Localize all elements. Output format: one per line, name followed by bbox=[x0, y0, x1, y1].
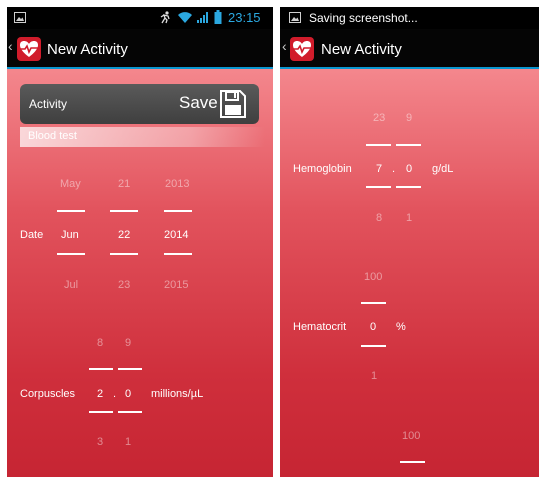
page-title: New Activity bbox=[321, 41, 402, 58]
extra-picker-top-line bbox=[400, 461, 425, 463]
page-title: New Activity bbox=[47, 41, 128, 58]
save-button[interactable]: Save bbox=[179, 93, 218, 113]
hemoglobin-dec-bottom-line bbox=[396, 186, 421, 188]
corpuscles-dec-top-line bbox=[118, 368, 142, 370]
date-year-bottom-line bbox=[164, 253, 192, 255]
corpuscles-int-top-line bbox=[89, 368, 113, 370]
activity-runner-icon bbox=[160, 11, 170, 24]
hemoglobin-dec-prev[interactable]: 9 bbox=[406, 112, 412, 124]
hemoglobin-label: Hemoglobin bbox=[293, 163, 352, 175]
action-bar: ‹ New Activity bbox=[280, 29, 539, 69]
corpuscles-int-current[interactable]: 2 bbox=[97, 388, 103, 400]
date-day-bottom-line bbox=[110, 253, 138, 255]
back-chevron-icon[interactable]: ‹ bbox=[282, 38, 287, 54]
hematocrit-bottom-line bbox=[361, 345, 386, 347]
hemoglobin-int-top-line bbox=[366, 144, 391, 146]
phone-screen-left: 23:15 ‹ New Activity Activity Save Blood… bbox=[7, 7, 273, 477]
corpuscles-dec-next[interactable]: 1 bbox=[125, 436, 131, 448]
corpuscles-int-bottom-line bbox=[89, 411, 113, 413]
corpuscles-dec-current[interactable]: 0 bbox=[125, 388, 131, 400]
hematocrit-current[interactable]: 0 bbox=[370, 321, 376, 333]
app-logo-icon[interactable] bbox=[290, 37, 314, 61]
activity-value: Blood test bbox=[28, 130, 77, 142]
corpuscles-unit: millions/µL bbox=[151, 388, 204, 400]
back-chevron-icon[interactable]: ‹ bbox=[8, 38, 13, 54]
activity-label: Activity bbox=[29, 97, 68, 111]
date-day-top-line bbox=[110, 210, 138, 212]
wifi-icon bbox=[178, 12, 192, 23]
hemoglobin-separator: . bbox=[392, 163, 396, 175]
hemoglobin-int-prev[interactable]: 23 bbox=[373, 112, 385, 124]
form-area: Activity Save Blood test Date May 21 201… bbox=[7, 69, 273, 477]
date-label: Date bbox=[20, 229, 44, 241]
hematocrit-next[interactable]: 1 bbox=[371, 370, 377, 382]
hematocrit-unit: % bbox=[396, 321, 406, 333]
date-month-top-line bbox=[57, 210, 85, 212]
date-month-prev[interactable]: May bbox=[60, 178, 81, 190]
hematocrit-prev[interactable]: 100 bbox=[364, 271, 382, 283]
app-logo-icon[interactable] bbox=[17, 37, 41, 61]
date-day-next[interactable]: 23 bbox=[118, 279, 130, 291]
corpuscles-int-next[interactable]: 3 bbox=[97, 436, 103, 448]
date-year-prev[interactable]: 2013 bbox=[165, 178, 189, 190]
action-bar: ‹ New Activity bbox=[7, 29, 273, 69]
hemoglobin-dec-next[interactable]: 1 bbox=[406, 212, 412, 224]
floppy-disk-icon[interactable] bbox=[220, 90, 246, 118]
date-month-current[interactable]: Jun bbox=[61, 229, 79, 241]
gallery-icon bbox=[14, 12, 26, 23]
status-bar: 23:15 bbox=[7, 7, 273, 29]
screenshot-notification-icon bbox=[289, 12, 301, 23]
date-day-current[interactable]: 22 bbox=[118, 229, 130, 241]
signal-icon bbox=[197, 12, 208, 23]
hemoglobin-int-bottom-line bbox=[366, 186, 391, 188]
date-year-top-line bbox=[164, 210, 192, 212]
hematocrit-label: Hematocrit bbox=[293, 321, 347, 333]
date-month-bottom-line bbox=[57, 253, 85, 255]
corpuscles-label: Corpuscles bbox=[20, 388, 76, 400]
hemoglobin-dec-top-line bbox=[396, 144, 421, 146]
corpuscles-dec-prev[interactable]: 9 bbox=[125, 337, 131, 349]
corpuscles-int-prev[interactable]: 8 bbox=[97, 337, 103, 349]
hematocrit-top-line bbox=[361, 302, 386, 304]
corpuscles-separator: . bbox=[113, 388, 117, 400]
status-notice: Saving screenshot... bbox=[309, 11, 418, 25]
phone-screen-right: Saving screenshot... ‹ New Activity 23 9… bbox=[280, 7, 539, 477]
hemoglobin-int-next[interactable]: 8 bbox=[376, 212, 382, 224]
battery-icon bbox=[214, 10, 222, 24]
date-year-current[interactable]: 2014 bbox=[164, 229, 188, 241]
activity-save-bar: Activity Save bbox=[20, 84, 259, 124]
form-area: 23 9 Hemoglobin 7 . 0 g/dL 8 1 100 Hemat… bbox=[280, 69, 539, 477]
date-day-prev[interactable]: 21 bbox=[118, 178, 130, 190]
date-month-next[interactable]: Jul bbox=[64, 279, 78, 291]
extra-picker-prev[interactable]: 100 bbox=[402, 430, 420, 442]
status-time: 23:15 bbox=[228, 10, 261, 25]
hemoglobin-int-current[interactable]: 7 bbox=[376, 163, 382, 175]
hemoglobin-dec-current[interactable]: 0 bbox=[406, 163, 412, 175]
hemoglobin-unit: g/dL bbox=[432, 163, 454, 175]
status-bar: Saving screenshot... bbox=[280, 7, 539, 29]
activity-value-field[interactable]: Blood test bbox=[20, 127, 265, 147]
corpuscles-dec-bottom-line bbox=[118, 411, 142, 413]
date-year-next[interactable]: 2015 bbox=[164, 279, 188, 291]
